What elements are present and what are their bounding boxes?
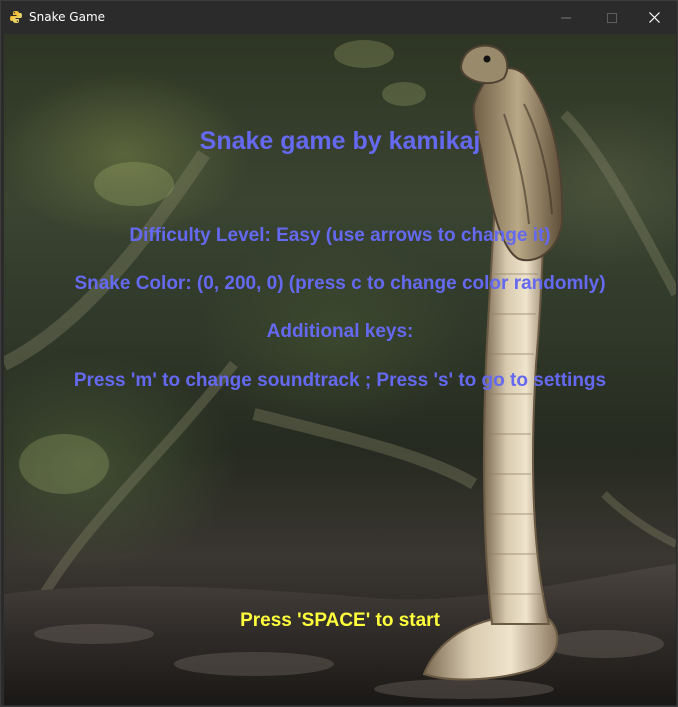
window-title: Snake Game bbox=[29, 10, 106, 24]
snake-color-text: Snake Color: (0, 200, 0) (press c to cha… bbox=[74, 273, 606, 294]
key-instructions-text: Press 'm' to change soundtrack ; Press '… bbox=[73, 370, 607, 391]
game-canvas[interactable]: Snake game by kamikaj Difficulty Level: … bbox=[4, 34, 676, 705]
maximize-button[interactable] bbox=[589, 1, 635, 34]
close-button[interactable] bbox=[631, 1, 677, 34]
difficulty-level-text: Difficulty Level: Easy (use arrows to ch… bbox=[129, 225, 551, 246]
start-prompt: Press 'SPACE' to start bbox=[240, 610, 440, 631]
close-icon bbox=[648, 12, 660, 23]
python-icon bbox=[9, 10, 23, 24]
game-title: Snake game by kamikaj bbox=[199, 127, 481, 155]
minimize-button[interactable] bbox=[543, 1, 589, 34]
maximize-icon bbox=[607, 12, 617, 23]
additional-keys-label: Additional keys: bbox=[266, 321, 414, 342]
game-window: Snake Game Snake game by kamikaj Difficu… bbox=[0, 0, 678, 707]
minimize-icon bbox=[561, 13, 571, 23]
title-bar[interactable]: Snake Game bbox=[1, 1, 677, 34]
